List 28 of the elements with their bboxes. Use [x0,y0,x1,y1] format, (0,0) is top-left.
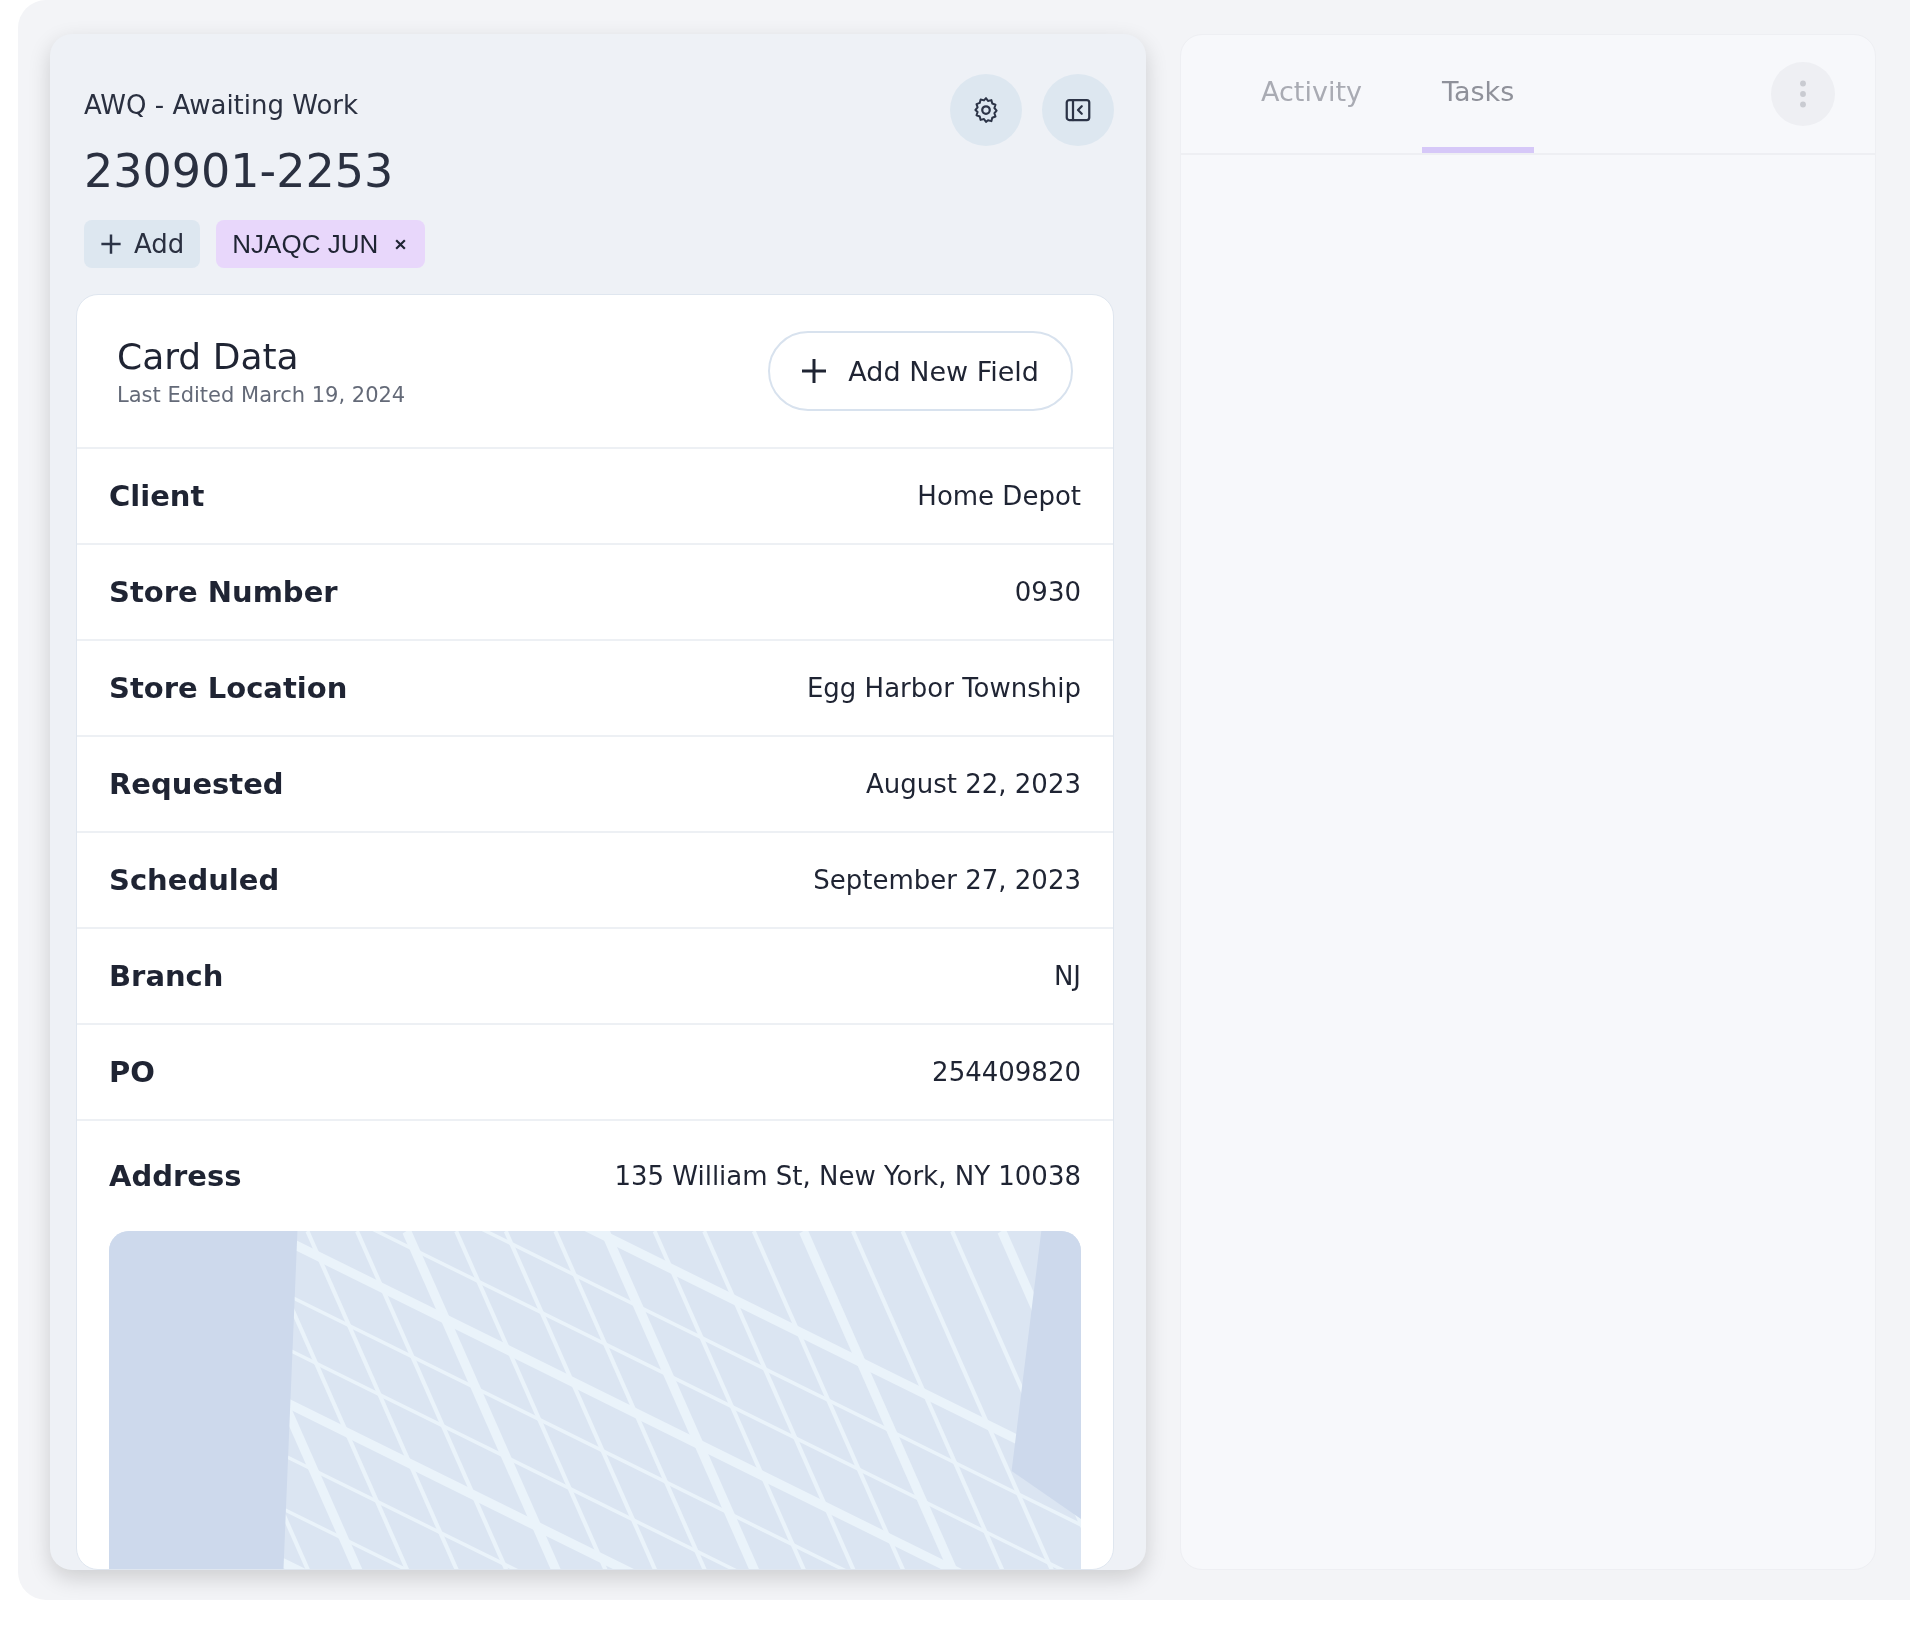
kebab-menu-icon [1799,80,1807,108]
field-label: Client [109,479,205,513]
add-tag-button[interactable]: Add [84,220,201,268]
field-label: Requested [109,767,284,801]
field-label: Scheduled [109,863,280,897]
field-value: September 27, 2023 [813,865,1081,895]
field-label: Branch [109,959,224,993]
plus-icon [100,233,122,255]
last-edited-text: Last Edited March 19, 2024 [117,382,406,407]
tag-label: NJAQC JUN [232,228,379,260]
status-title: AWQ - Awaiting Work [84,90,360,120]
field-value: 254409820 [932,1057,1081,1087]
field-label: PO [109,1055,155,1089]
remove-tag-button[interactable] [394,237,408,251]
card-data-title: Card Data [117,335,300,377]
close-icon [394,237,408,251]
field-label: Store Location [109,671,348,705]
field-value: NJ [1053,961,1081,991]
add-new-field-button[interactable]: Add New Field [768,331,1073,411]
field-value: 0930 [1014,577,1081,607]
card-number: 230901-2253 [84,144,394,198]
field-value: Home Depot [917,481,1081,511]
field-value: Egg Harbor Township [806,673,1081,703]
field-value: August 22, 2023 [865,769,1081,799]
field-label: Address [109,1159,242,1193]
field-value: 135 William St, New York, NY 10038 [614,1161,1081,1191]
field-label: Store Number [109,575,338,609]
plus-icon [802,359,827,383]
